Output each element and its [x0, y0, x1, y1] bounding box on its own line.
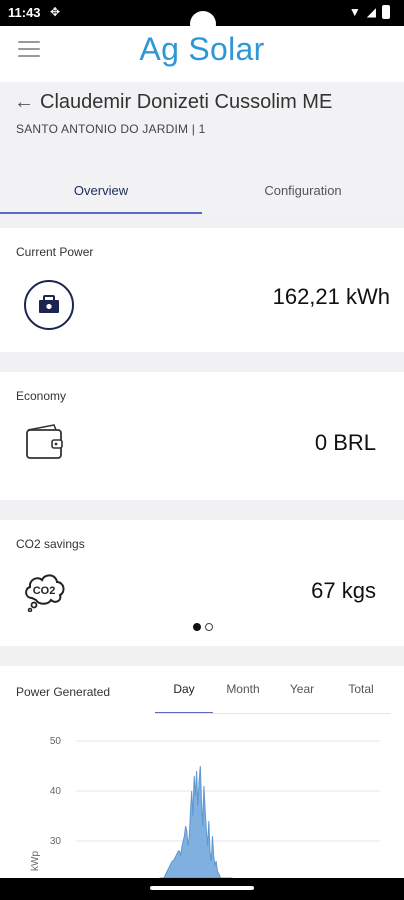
status-bar: 11:43 ✥ ▼ ◢ — [0, 0, 404, 37]
co2-savings-value: 67 kgs — [311, 578, 376, 603]
power-generated-card: Power Generated Day Month Year Total 50 4… — [0, 666, 404, 878]
economy-label: Economy — [16, 389, 67, 403]
economy-card: Economy 0 BRL — [0, 372, 404, 500]
chart-y-axis-label: kWp — [30, 851, 41, 871]
chart-y-ticks: 50 40 30 — [50, 736, 62, 847]
current-power-label: Current Power — [16, 245, 94, 259]
sync-icon: ✥ — [50, 5, 61, 19]
current-power-value: 162,21 kWh — [272, 284, 390, 309]
economy-value: 0 BRL — [314, 430, 376, 455]
pager-dot-2[interactable] — [205, 623, 213, 631]
wifi-icon: ▼ — [348, 5, 361, 19]
chart-grid — [76, 740, 380, 842]
signal-icon: ◢ — [366, 5, 376, 19]
status-icons: ▼ ◢ — [349, 5, 390, 19]
app-title: Ag Solar — [139, 31, 265, 67]
app-bar: Ag Solar — [0, 26, 404, 82]
home-gesture-handle[interactable] — [150, 886, 254, 890]
current-power-card: Current Power 162,21 kWh — [0, 228, 404, 352]
status-time: 11:43 — [8, 5, 41, 20]
tab-overview[interactable]: Overview — [0, 174, 202, 214]
co2-savings-label: CO2 savings — [16, 537, 85, 551]
system-nav-bar — [0, 878, 404, 900]
chart-series-area — [159, 765, 233, 878]
y-tick-label: 50 — [50, 736, 62, 747]
tab-bar: Overview Configuration — [0, 174, 404, 214]
y-tick-label: 30 — [50, 836, 62, 847]
plant-name: Claudemir Donizeti Cussolim ME — [40, 91, 333, 113]
y-tick-label: 40 — [50, 786, 62, 797]
pager-dot-1[interactable] — [193, 623, 201, 631]
solar-panel-icon — [24, 280, 74, 330]
plant-header: ← Claudemir Donizeti Cussolim ME SANTO A… — [0, 82, 404, 214]
battery-icon — [382, 5, 390, 19]
back-arrow-icon[interactable]: ← — [14, 91, 34, 114]
co2-icon-text: CO2 — [33, 585, 56, 597]
pager-dots — [193, 623, 213, 631]
co2-cloud-icon: CO2 — [22, 568, 68, 613]
wallet-icon — [24, 422, 66, 462]
co2-savings-card: CO2 savings CO2 67 kgs — [0, 520, 404, 646]
tab-configuration[interactable]: Configuration — [202, 174, 404, 214]
plant-location: SANTO ANTONIO DO JARDIM | 1 — [16, 122, 206, 136]
power-generated-chart: 50 40 30 kWp — [30, 736, 380, 878]
